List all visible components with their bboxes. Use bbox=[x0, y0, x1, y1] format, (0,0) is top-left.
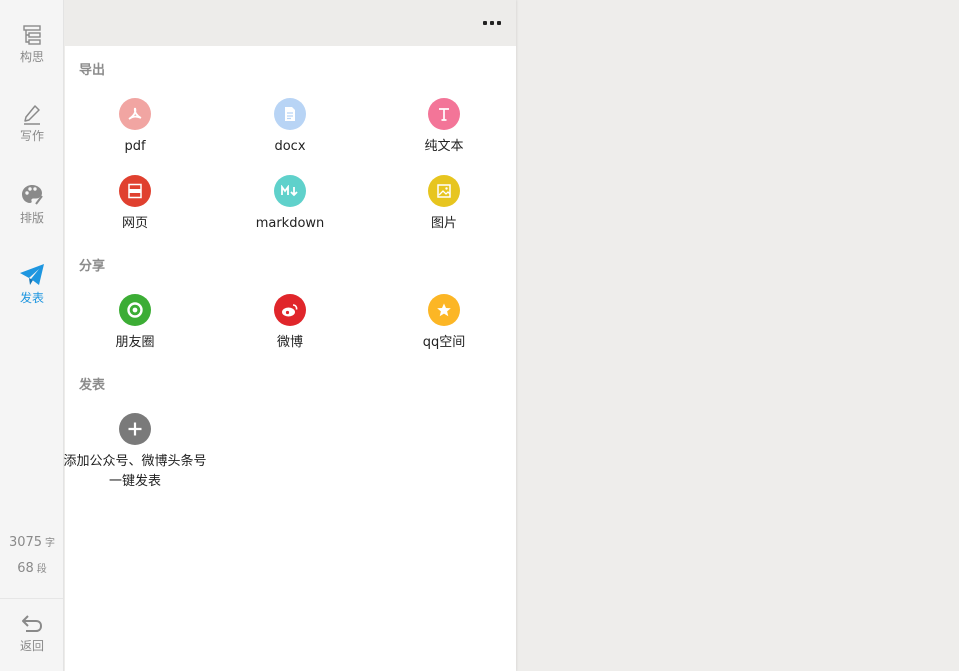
word-count-unit: 字 bbox=[45, 538, 56, 549]
image-icon bbox=[428, 175, 460, 207]
export-markdown[interactable]: markdown bbox=[213, 175, 367, 234]
moments-icon bbox=[119, 294, 151, 326]
back-arrow-icon bbox=[22, 615, 43, 632]
palette-icon bbox=[22, 185, 43, 205]
paragraph-count-unit: 段 bbox=[36, 564, 47, 575]
export-pdf-label: pdf bbox=[124, 139, 146, 154]
qzone-star-icon bbox=[428, 294, 460, 326]
docx-icon bbox=[274, 98, 306, 130]
rail-item-publish[interactable]: 发表 bbox=[0, 263, 64, 306]
export-pdf[interactable]: pdf bbox=[58, 98, 212, 157]
rail-label-publish: 发表 bbox=[19, 291, 44, 305]
export-image-label: 图片 bbox=[430, 216, 457, 231]
export-docx[interactable]: docx bbox=[213, 98, 367, 157]
left-rail: 构思 写作 排版 发表 3075 字 68 段 返回 bbox=[0, 0, 64, 671]
paragraph-count: 68 段 bbox=[0, 557, 64, 576]
more-options-button[interactable] bbox=[483, 19, 501, 27]
more-dot-icon bbox=[490, 21, 494, 25]
word-count: 3075 字 bbox=[0, 531, 64, 550]
share-moments-label: 朋友圈 bbox=[115, 335, 155, 350]
share-weibo-label: 微博 bbox=[276, 335, 303, 350]
panel-header bbox=[65, 0, 516, 46]
add-account-button[interactable]: 添加公众号、微博头条号 一键发表 bbox=[58, 413, 212, 492]
section-title-export: 导出 bbox=[79, 63, 106, 78]
back-label: 返回 bbox=[19, 639, 44, 653]
rail-divider bbox=[0, 598, 63, 599]
paper-plane-icon bbox=[20, 264, 44, 285]
rail-item-layout[interactable]: 排版 bbox=[0, 183, 64, 226]
rail-label-layout: 排版 bbox=[19, 211, 44, 225]
section-title-publish: 发表 bbox=[79, 378, 106, 393]
add-account-label-line1: 添加公众号、微博头条号 bbox=[63, 454, 207, 469]
export-webpage-label: 网页 bbox=[121, 216, 148, 231]
rail-item-write[interactable]: 写作 bbox=[0, 103, 64, 144]
share-qzone-label: qq空间 bbox=[422, 335, 466, 350]
html-icon bbox=[119, 175, 151, 207]
publish-panel: 导出 pdf docx 纯文本 网页 markdown 图片 分享 朋友圈 微博… bbox=[63, 0, 516, 671]
markdown-icon bbox=[274, 175, 306, 207]
export-docx-label: docx bbox=[274, 139, 306, 154]
weibo-icon bbox=[274, 294, 306, 326]
share-moments[interactable]: 朋友圈 bbox=[58, 294, 212, 353]
paragraph-count-value: 68 bbox=[17, 561, 34, 576]
export-plaintext-label: 纯文本 bbox=[424, 139, 464, 154]
outline-icon bbox=[23, 25, 41, 45]
export-image[interactable]: 图片 bbox=[367, 175, 521, 234]
rail-label-outline: 构思 bbox=[19, 50, 44, 64]
rail-label-write: 写作 bbox=[19, 129, 44, 143]
more-dot-icon bbox=[497, 21, 501, 25]
share-qzone[interactable]: qq空间 bbox=[367, 294, 521, 353]
section-title-share: 分享 bbox=[79, 259, 106, 274]
word-count-value: 3075 bbox=[8, 535, 43, 550]
share-weibo[interactable]: 微博 bbox=[213, 294, 367, 353]
pdf-icon bbox=[119, 98, 151, 130]
pencil-icon bbox=[24, 105, 40, 125]
workspace-background bbox=[517, 0, 959, 671]
export-markdown-label: markdown bbox=[255, 216, 325, 231]
back-button[interactable]: 返回 bbox=[0, 613, 64, 654]
more-dot-icon bbox=[483, 21, 487, 25]
text-t-icon bbox=[428, 98, 460, 130]
export-plaintext[interactable]: 纯文本 bbox=[367, 98, 521, 157]
rail-item-outline[interactable]: 构思 bbox=[0, 24, 64, 65]
export-webpage[interactable]: 网页 bbox=[58, 175, 212, 234]
add-account-label-line2: 一键发表 bbox=[108, 474, 161, 489]
plus-icon bbox=[119, 413, 151, 445]
